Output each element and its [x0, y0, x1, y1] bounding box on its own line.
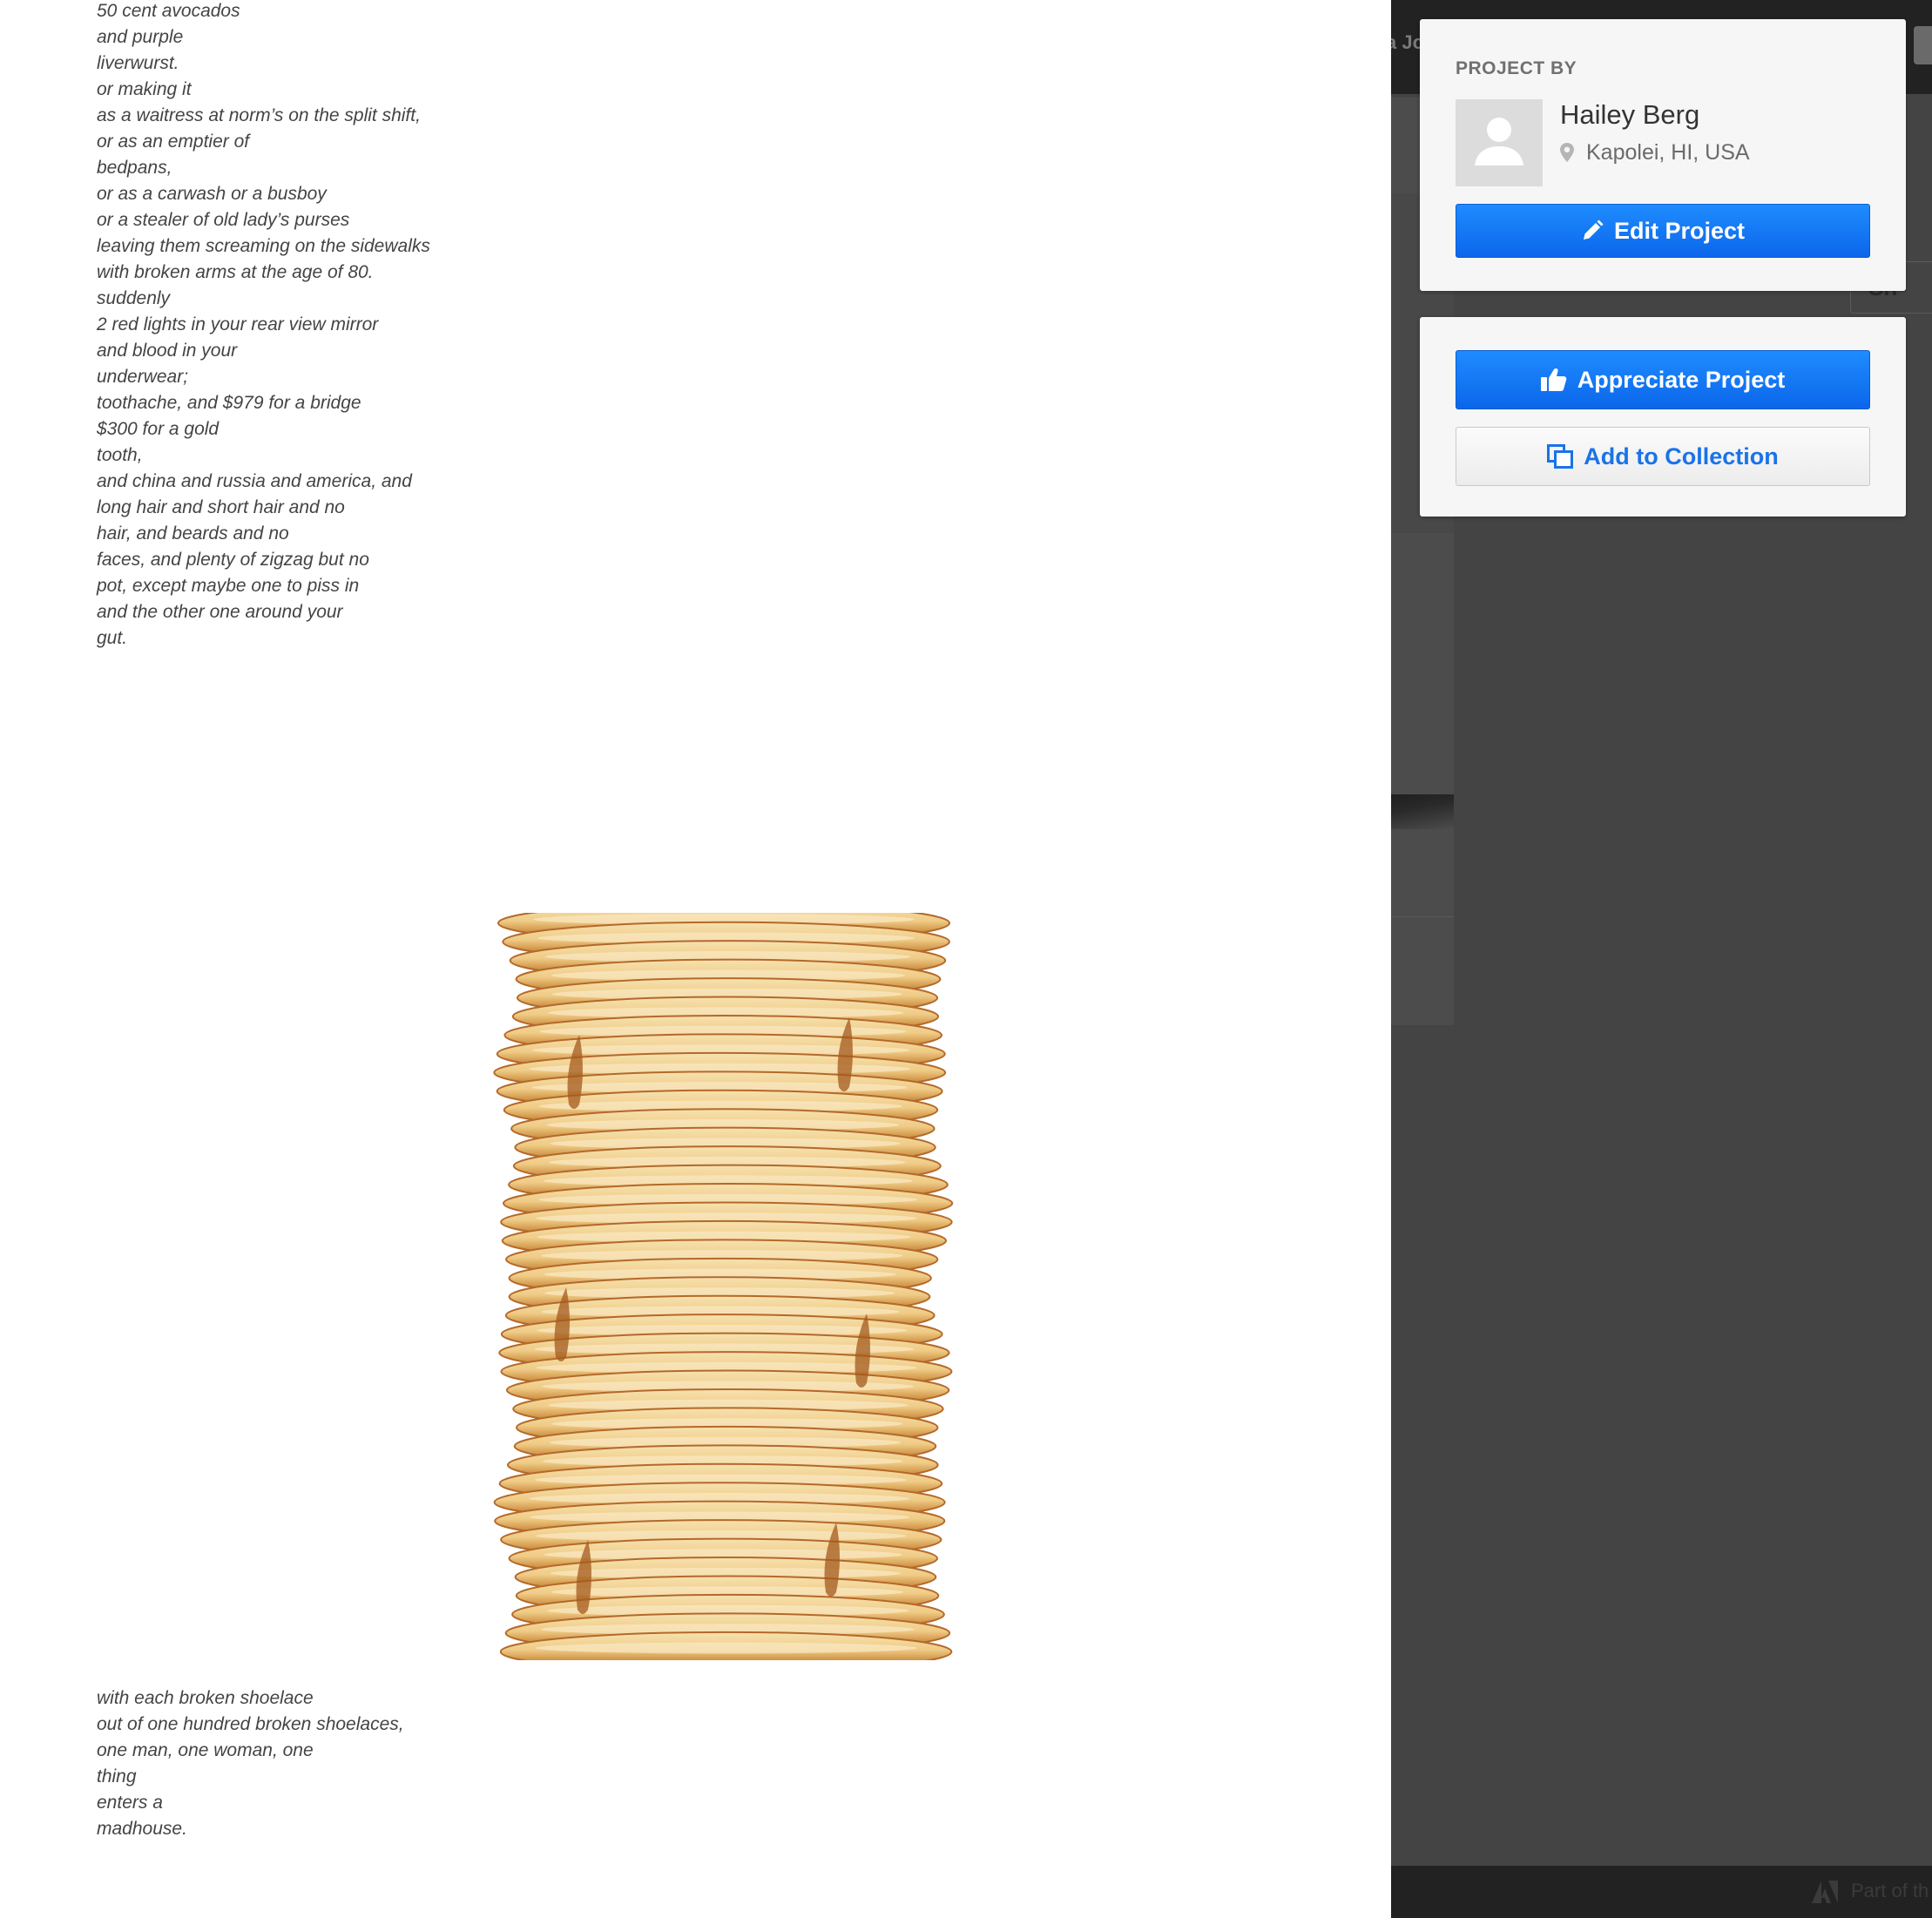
poem-top-line: suddenly	[97, 288, 171, 308]
pancake-layers	[493, 913, 954, 1660]
pancake-stack-image	[493, 913, 954, 1660]
poem-top-line: long hair and short hair and no	[97, 497, 345, 517]
poem-top-line: faces, and plenty of zigzag but no	[97, 550, 369, 570]
owner-name[interactable]: Hailey Berg	[1560, 99, 1699, 131]
poem-top-line: and the other one around your	[97, 602, 343, 622]
project-actions-card: Appreciate Project Add to Collection	[1420, 317, 1906, 517]
project-owner-card: PROJECT BY Hailey Berg Kapolei, HI, USA …	[1420, 19, 1906, 291]
pencil-icon	[1583, 219, 1604, 240]
thumbs-up-icon	[1540, 368, 1567, 391]
footer-text[interactable]: Part of th	[1851, 1880, 1929, 1902]
poem-top-line: 50 cent avocados	[97, 1, 240, 21]
top-nav-button[interactable]	[1914, 26, 1932, 64]
appreciate-project-label: Appreciate Project	[1577, 366, 1786, 393]
map-pin-icon	[1560, 143, 1574, 162]
poem-top-line: and china and russia and america, and	[97, 471, 412, 491]
adobe-icon	[1812, 1881, 1838, 1903]
poem-top-line: toothache, and $979 for a bridge	[97, 393, 361, 413]
poem-top-line: underwear;	[97, 367, 189, 387]
add-to-collection-button[interactable]: Add to Collection	[1456, 427, 1870, 486]
poem-text-top: 50 cent avocados and purple liverwurst. or …	[97, 0, 430, 652]
poem-bottom-line: thing	[97, 1766, 137, 1786]
poem-top-line: liverwurst.	[97, 53, 179, 73]
poem-bottom-line: one man, one woman, one	[97, 1740, 314, 1760]
poem-top-line: leaving them screaming on the sidewalks	[97, 236, 430, 256]
poem-top-line: bedpans,	[97, 158, 172, 178]
project-by-heading: PROJECT BY	[1456, 58, 1577, 78]
poem-top-line: $300 for a gold	[97, 419, 220, 439]
poem-top-line: or making it	[97, 79, 192, 99]
poem-top-line: and blood in your	[97, 341, 238, 361]
poem-top-line: or as an emptier of	[97, 132, 250, 152]
poem-top-line: gut.	[97, 628, 128, 648]
poem-top-line: or as a carwash or a busboy	[97, 184, 327, 204]
edit-project-button[interactable]: Edit Project	[1456, 204, 1870, 258]
edit-project-label: Edit Project	[1613, 217, 1746, 244]
add-to-collection-label: Add to Collection	[1584, 442, 1779, 469]
obscured-image-edge	[1391, 794, 1454, 829]
obscured-divider	[1391, 916, 1454, 917]
poem-top-line: tooth,	[97, 445, 143, 465]
poem-bottom-line: with each broken shoelace	[97, 1688, 314, 1708]
owner-location[interactable]: Kapolei, HI, USA	[1586, 140, 1750, 165]
poem-top-line: as a waitress at norm’s on the split shi…	[97, 105, 421, 125]
poem-text-bottom: with each broken shoelace out of one hund…	[97, 1685, 404, 1842]
avatar-placeholder-icon	[1475, 118, 1523, 165]
appreciate-project-button[interactable]: Appreciate Project	[1456, 350, 1870, 409]
avatar[interactable]	[1456, 99, 1543, 186]
poem-top-line: and purple	[97, 27, 184, 47]
project-content: 50 cent avocados and purple liverwurst. or …	[0, 0, 1391, 1918]
collection-icon	[1547, 444, 1574, 469]
poem-top-line: hair, and beards and no	[97, 523, 289, 544]
poem-bottom-line: enters a	[97, 1793, 163, 1813]
poem-top-line: pot, except maybe one to piss in	[97, 576, 360, 596]
poem-top-line: with broken arms at the age of 80.	[97, 262, 374, 282]
poem-top-line: or a stealer of old lady’s purses	[97, 210, 350, 230]
footer-bar: Part of th	[1391, 1866, 1932, 1918]
owner-location-row: Kapolei, HI, USA	[1560, 138, 1750, 167]
poem-bottom-line: madhouse.	[97, 1819, 187, 1839]
poem-top-line: 2 red lights in your rear view mirror	[97, 314, 379, 334]
poem-bottom-line: out of one hundred broken shoelaces,	[97, 1714, 404, 1734]
